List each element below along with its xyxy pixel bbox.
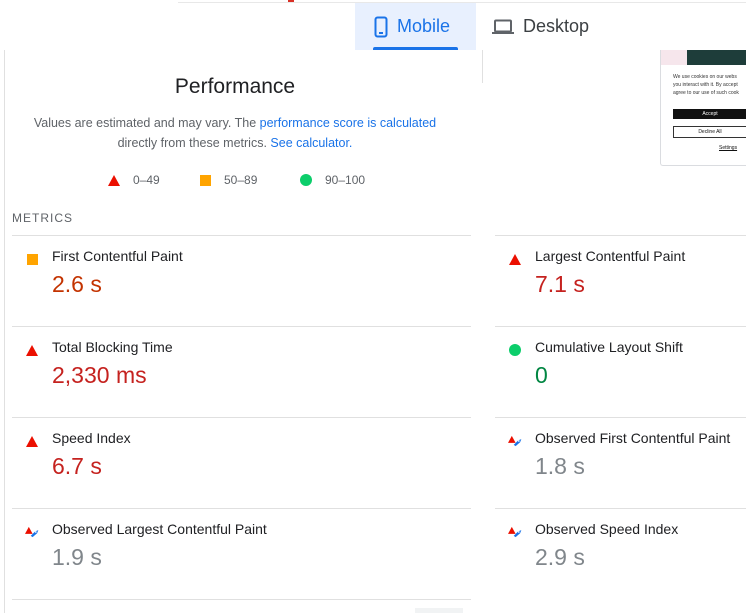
- expand-view-button[interactable]: [415, 608, 463, 613]
- laptop-icon: [492, 19, 514, 35]
- tab-selected-indicator: [373, 47, 458, 50]
- thumb-decline-button: Decline All: [673, 126, 746, 138]
- desc-text-2: directly from these metrics.: [117, 136, 271, 150]
- observed-rocket-icon: [25, 525, 39, 539]
- metric-observed-speed-index: Observed Speed Index 2.9 s: [495, 509, 746, 589]
- metric-total-blocking-time: Total Blocking Time 2,330 ms: [12, 327, 264, 407]
- legend-item-good: 90–100: [300, 172, 365, 188]
- metric-title: Largest Contentful Paint: [535, 248, 686, 264]
- metric-value: 1.8 s: [535, 453, 585, 479]
- smartphone-icon: [374, 16, 388, 38]
- red-triangle-icon: [25, 343, 39, 357]
- tab-desktop[interactable]: Desktop: [492, 3, 612, 50]
- metric-first-contentful-paint: First Contentful Paint 2.6 s: [12, 236, 264, 316]
- thumb-banner-pink: [661, 50, 687, 65]
- metric-value: 2,330 ms: [52, 362, 147, 388]
- metric-title: First Contentful Paint: [52, 248, 183, 264]
- legend-range-average: 50–89: [224, 173, 258, 187]
- metric-observed-first-contentful-paint: Observed First Contentful Paint 1.8 s: [495, 418, 746, 498]
- thumb-text-line: We use cookies on our webs: [673, 74, 737, 80]
- see-calculator-link[interactable]: See calculator.: [270, 136, 352, 150]
- metric-value: 6.7 s: [52, 453, 102, 479]
- red-triangle-icon: [508, 252, 522, 266]
- thumb-text-line: you interact with it. By accept: [673, 82, 738, 88]
- legend-item-poor: 0–49: [108, 172, 160, 188]
- metric-value: 0: [535, 362, 548, 388]
- desc-text-1: Values are estimated and may vary. The: [33, 116, 260, 130]
- metric-title: Total Blocking Time: [52, 339, 173, 355]
- orange-square-icon: [25, 252, 39, 266]
- metric-value: 7.1 s: [535, 271, 585, 297]
- metrics-heading: METRICS: [12, 211, 73, 225]
- metric-title: Speed Index: [52, 430, 131, 446]
- thumb-text-line: agree to our use of such cook: [673, 90, 739, 96]
- green-circle-icon: [300, 174, 312, 186]
- page-screenshot-thumbnail[interactable]: We use cookies on our webs you interact …: [660, 50, 746, 166]
- tab-mobile-label: Mobile: [397, 16, 451, 36]
- legend-range-good: 90–100: [325, 173, 366, 187]
- card-border-mid: [482, 50, 483, 83]
- legend-item-average: 50–89: [200, 172, 257, 188]
- orange-square-icon: [200, 174, 211, 186]
- metric-title: Cumulative Layout Shift: [535, 339, 683, 355]
- tab-mobile[interactable]: Mobile: [355, 3, 476, 50]
- performance-title: Performance: [174, 75, 296, 98]
- metric-title: Observed Largest Contentful Paint: [52, 521, 267, 537]
- metric-title: Observed Speed Index: [535, 521, 679, 537]
- metric-value: 2.6 s: [52, 271, 102, 297]
- thumb-cookie-text: We use cookies on our webs you interact …: [673, 73, 746, 97]
- red-triangle-icon: [25, 434, 39, 448]
- score-calculated-link[interactable]: performance score is calculated: [260, 116, 436, 130]
- top-red-mark: [288, 0, 294, 2]
- metric-observed-largest-contentful-paint: Observed Largest Contentful Paint 1.9 s: [12, 509, 267, 589]
- tab-desktop-label: Desktop: [523, 16, 590, 36]
- card-border-left: [4, 50, 5, 613]
- red-triangle-icon: [108, 174, 120, 186]
- performance-description: Values are estimated and may vary. The p…: [30, 113, 440, 153]
- metric-title: Observed First Contentful Paint: [535, 430, 731, 446]
- thumb-banner-dark: [687, 50, 746, 65]
- observed-rocket-icon: [508, 434, 522, 448]
- thumb-settings-link: Settings: [719, 145, 738, 151]
- metric-speed-index: Speed Index 6.7 s: [12, 418, 264, 498]
- thumb-accept-button: Accept: [673, 109, 746, 119]
- legend-range-poor: 0–49: [133, 173, 160, 187]
- observed-rocket-icon: [508, 525, 522, 539]
- metric-value: 1.9 s: [52, 544, 102, 570]
- green-circle-icon: [508, 343, 522, 357]
- metrics-divider: [12, 599, 471, 600]
- metric-value: 2.9 s: [535, 544, 585, 570]
- metric-cumulative-layout-shift: Cumulative Layout Shift 0: [495, 327, 746, 407]
- metric-largest-contentful-paint: Largest Contentful Paint 7.1 s: [495, 236, 746, 316]
